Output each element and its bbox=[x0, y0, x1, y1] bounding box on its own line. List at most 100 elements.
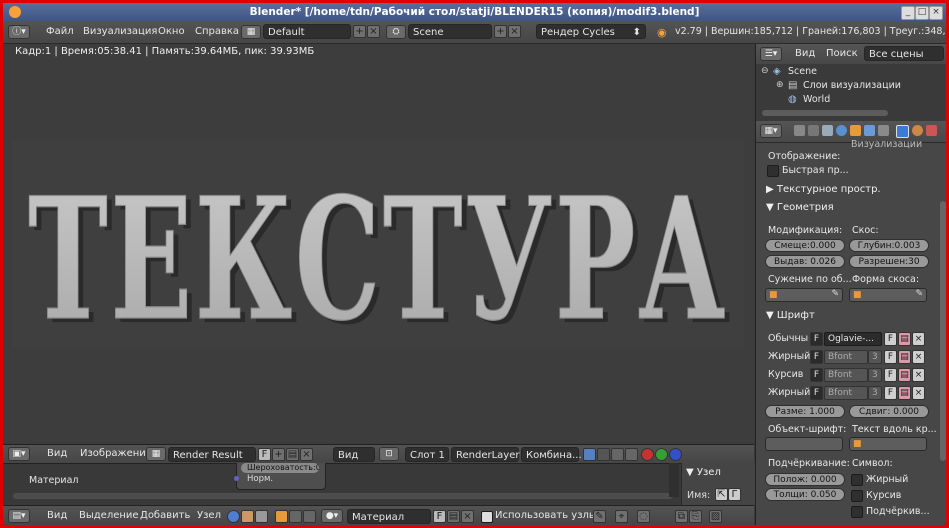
render-engine-dropdown[interactable]: Рендер Cycles ⬍ bbox=[536, 24, 646, 39]
scene-field[interactable]: Scene bbox=[408, 24, 492, 39]
node-editor[interactable]: Материал Шероховатость:0.200 Норм. ▼ Узе… bbox=[3, 463, 755, 505]
image-browse-icon[interactable]: ▦ bbox=[146, 447, 166, 461]
node-horizontal-scrollbar[interactable] bbox=[13, 493, 673, 499]
font-object-field[interactable] bbox=[765, 437, 843, 451]
node-panel-header[interactable]: ▼ Узел bbox=[686, 467, 721, 478]
font-bold-field[interactable]: Bfont bbox=[824, 350, 868, 364]
fake-user-button[interactable]: F bbox=[258, 448, 271, 461]
snap-icon[interactable]: ⌖ bbox=[615, 510, 628, 523]
texture-tab-icon[interactable] bbox=[926, 125, 937, 136]
screen-layout-field[interactable]: Default bbox=[263, 24, 351, 39]
add-scene-button[interactable]: + bbox=[494, 25, 507, 38]
bevel-object-field[interactable]: ■ ✎ bbox=[849, 288, 927, 302]
eyedropper-icon[interactable]: ✎ bbox=[915, 289, 923, 299]
outliner-item-scene[interactable]: ⊖ ◈ Scene bbox=[761, 66, 941, 80]
outliner-item-world[interactable]: ◍ World bbox=[776, 94, 941, 108]
scope-icon[interactable] bbox=[625, 448, 638, 461]
remove-screen-button[interactable]: × bbox=[367, 25, 380, 38]
font-fake-user-button[interactable]: F bbox=[884, 386, 897, 400]
object-shader-icon[interactable] bbox=[241, 510, 254, 523]
render-layers-tab-icon[interactable] bbox=[808, 125, 819, 136]
new-image-button[interactable]: + bbox=[272, 448, 285, 461]
menu-node-view[interactable]: Вид bbox=[47, 510, 67, 521]
font-unlink-button[interactable]: × bbox=[912, 350, 925, 364]
font-open-icon[interactable]: ▤ bbox=[898, 332, 911, 346]
alpha-channel-icon[interactable] bbox=[597, 448, 610, 461]
scene-tab-icon[interactable] bbox=[822, 125, 833, 136]
font-browse-icon[interactable]: F bbox=[810, 350, 823, 364]
font-panel-header[interactable]: ▼ Шрифт bbox=[766, 310, 942, 326]
pin-icon[interactable] bbox=[289, 510, 302, 523]
editor-type-properties-icon[interactable]: ▦▾ bbox=[760, 124, 782, 138]
text-on-curve-field[interactable]: ■ bbox=[849, 437, 927, 451]
close-button[interactable]: × bbox=[929, 6, 943, 20]
material-browse-icon[interactable]: ●▾ bbox=[321, 509, 343, 523]
outliner-scrollbar[interactable] bbox=[762, 110, 888, 116]
font-unlink-button[interactable]: × bbox=[912, 368, 925, 382]
texture-space-panel-header[interactable]: ▶ Текстурное простр. bbox=[766, 184, 942, 200]
copy-nodes-icon[interactable]: ⧉ bbox=[675, 510, 688, 523]
render-viewport[interactable]: Кадр:1 | Время:05:38.41 | Память:39.64МБ… bbox=[3, 44, 754, 443]
font-browse-icon[interactable]: F bbox=[810, 386, 823, 400]
normal-socket[interactable] bbox=[234, 476, 239, 481]
menu-image[interactable]: Изображение bbox=[80, 448, 152, 459]
bevel-resolution-field[interactable]: Разрешен:30 bbox=[849, 255, 929, 268]
constraints-tab-icon[interactable] bbox=[864, 125, 875, 136]
slot-icon[interactable] bbox=[303, 510, 316, 523]
menu-window[interactable]: Окно bbox=[158, 26, 185, 37]
add-screen-button[interactable]: + bbox=[353, 25, 366, 38]
material-copy-icon[interactable]: ▤ bbox=[447, 510, 460, 523]
material-unlink-button[interactable]: × bbox=[461, 510, 474, 523]
italic-checkbox[interactable] bbox=[851, 490, 863, 502]
material-fake-user-button[interactable]: F bbox=[433, 510, 446, 523]
principled-node[interactable]: Шероховатость:0.200 Норм. bbox=[234, 463, 326, 490]
outliner-menu-view[interactable]: Вид bbox=[795, 48, 815, 59]
cube-object-icon[interactable] bbox=[275, 510, 288, 523]
font-data-tab-icon[interactable] bbox=[896, 125, 909, 138]
font-open-icon[interactable]: ▤ bbox=[898, 386, 911, 400]
editor-type-node-icon[interactable]: ▤▾ bbox=[8, 509, 30, 523]
font-size-field[interactable]: Разме: 1.000 bbox=[765, 405, 845, 418]
object-tab-icon[interactable] bbox=[850, 125, 861, 136]
outliner-item-render-layers[interactable]: ⊕ ▤ Слои визуализации bbox=[776, 80, 941, 94]
extrude-field[interactable]: Выдав: 0.026 bbox=[765, 255, 845, 268]
geometry-panel-header[interactable]: ▼ Геометрия bbox=[766, 202, 942, 218]
outliner-menu-search[interactable]: Поиск bbox=[826, 48, 858, 59]
menu-help[interactable]: Справка bbox=[195, 26, 239, 37]
font-regular-field[interactable]: Oglavie-... bbox=[824, 332, 882, 346]
menu-select[interactable]: Выделение bbox=[79, 510, 139, 521]
red-channel-icon[interactable] bbox=[641, 448, 654, 461]
view-mode-dropdown[interactable]: Вид bbox=[333, 447, 375, 462]
fast-preview-checkbox[interactable] bbox=[767, 165, 779, 177]
collapse-icon[interactable]: ⊖ bbox=[761, 66, 769, 76]
unlink-image-button[interactable]: × bbox=[300, 448, 313, 461]
node-icon-button-2[interactable]: Г bbox=[728, 488, 741, 501]
editor-type-image-icon[interactable]: ▣▾ bbox=[8, 447, 30, 461]
use-nodes-checkbox[interactable] bbox=[481, 511, 493, 523]
editor-type-outliner-icon[interactable]: ☰▾ bbox=[760, 47, 782, 61]
minimize-button[interactable]: _ bbox=[901, 6, 915, 20]
node-vertical-scrollbar[interactable] bbox=[669, 463, 679, 497]
font-fake-user-button[interactable]: F bbox=[884, 350, 897, 364]
world-tab-icon[interactable] bbox=[836, 125, 847, 136]
font-browse-icon[interactable]: F bbox=[810, 368, 823, 382]
open-image-icon[interactable]: ▤ bbox=[286, 448, 299, 461]
maximize-button[interactable]: □ bbox=[915, 6, 929, 20]
menu-add[interactable]: Добавить bbox=[140, 510, 190, 521]
font-open-icon[interactable]: ▤ bbox=[898, 350, 911, 364]
render-pass-dropdown[interactable]: Комбина... bbox=[521, 447, 582, 462]
green-channel-icon[interactable] bbox=[655, 448, 668, 461]
scene-icon[interactable]: ⛭ bbox=[386, 25, 406, 39]
snap-target-icon[interactable]: ◌ bbox=[637, 510, 650, 523]
image-name-field[interactable]: Render Result bbox=[168, 447, 256, 462]
backdrop-icon[interactable]: ✎ bbox=[593, 510, 606, 523]
menu-file[interactable]: Файл bbox=[46, 26, 74, 37]
shader-type-icon[interactable] bbox=[227, 510, 240, 523]
menu-node[interactable]: Узел bbox=[197, 510, 221, 521]
shear-field[interactable]: Сдвиг: 0.000 bbox=[849, 405, 929, 418]
font-fake-user-button[interactable]: F bbox=[884, 332, 897, 346]
underline-checkbox[interactable] bbox=[851, 506, 863, 518]
menu-render[interactable]: Визуализация bbox=[83, 26, 157, 37]
underline-position-field[interactable]: Полож: 0.000 bbox=[765, 473, 845, 486]
render-tab-icon[interactable] bbox=[794, 125, 805, 136]
